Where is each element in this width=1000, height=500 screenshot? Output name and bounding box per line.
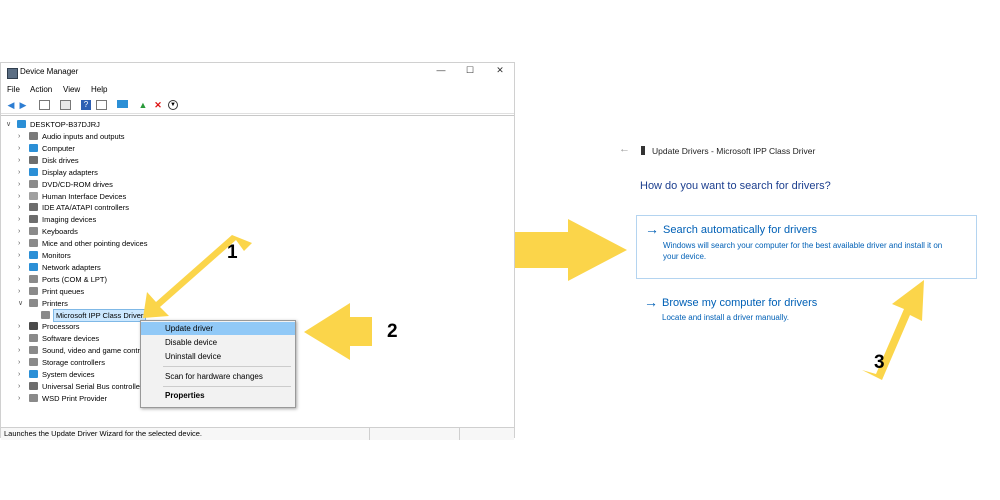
printer-device-icon <box>641 146 645 155</box>
step-3-number: 3 <box>874 352 885 373</box>
step-1-number: 1 <box>227 242 238 263</box>
arrow-right-icon: → <box>645 221 659 237</box>
search-question: How do you want to search for drivers? <box>640 180 831 192</box>
option-heading: Browse my computer for drivers <box>662 297 818 309</box>
update-drivers-title: Update Drivers - Microsoft IPP Class Dri… <box>652 146 816 156</box>
option-description: your device. <box>663 252 707 261</box>
step-2-arrow <box>304 303 372 360</box>
step-2-number: 2 <box>387 321 398 342</box>
back-arrow-icon[interactable]: ← <box>619 143 630 155</box>
browse-computer-option[interactable]: → Browse my computer for drivers Locate … <box>636 290 977 330</box>
option-description: Locate and install a driver manually. <box>662 313 790 322</box>
option-description: Windows will search your computer for th… <box>663 241 943 250</box>
option-heading: Search automatically for drivers <box>663 224 818 236</box>
arrow-right-icon: → <box>644 294 658 310</box>
big-right-arrow <box>515 219 627 281</box>
search-automatically-option[interactable]: → Search automatically for drivers Windo… <box>636 215 977 279</box>
